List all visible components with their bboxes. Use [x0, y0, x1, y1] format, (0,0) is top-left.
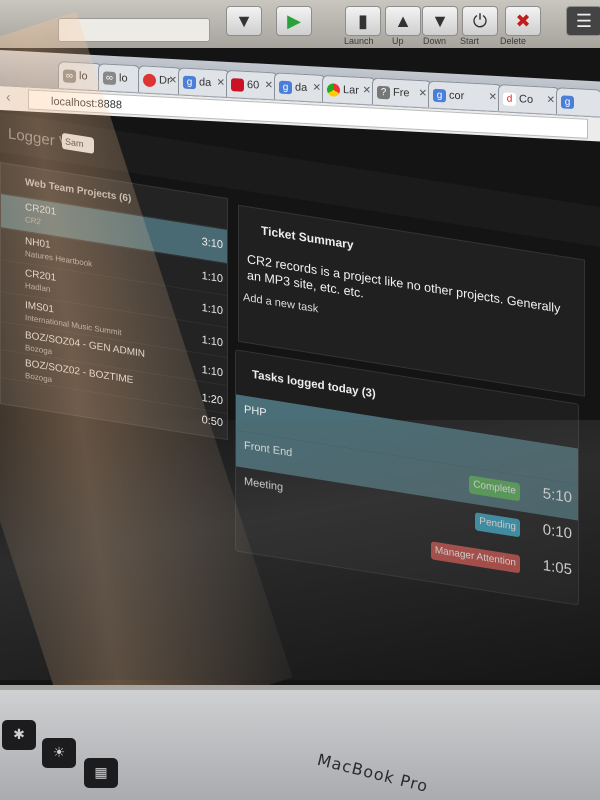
project-time: 0:50	[201, 413, 223, 430]
project-name: Hadlan	[25, 280, 51, 294]
delete-icon[interactable]: ✖	[505, 6, 541, 36]
task-time: 1:05	[542, 556, 572, 579]
status-badge: Complete	[469, 475, 520, 502]
tab-7[interactable]: Lar ✕	[322, 74, 376, 105]
link-icon: ∞	[63, 68, 76, 83]
close-icon[interactable]: ✕	[547, 88, 555, 114]
caption-down: Down	[423, 36, 447, 46]
tab-label: 60	[247, 78, 260, 92]
tab-9[interactable]: g cor ✕	[428, 80, 502, 112]
close-icon[interactable]: ✕	[217, 70, 225, 96]
laptop-screen: ▼ ▶ ▮ ▲ ▼ ⏻ ✖ ☰ Launch Up Down Start Del…	[0, 0, 600, 685]
tab-label: Fre	[393, 86, 410, 100]
tab-label: da	[199, 76, 212, 90]
tab-4[interactable]: g da ✕	[178, 67, 230, 98]
caption-up: Up	[392, 36, 404, 46]
tab-label: Lar	[343, 83, 359, 97]
projects-panel: Web Team Projects (6) CR201 CR2 3:10 NH0…	[0, 162, 228, 441]
power-icon[interactable]: ⏻	[462, 6, 498, 36]
project-name: CR2	[25, 214, 42, 227]
down-arrow-icon[interactable]: ▼	[226, 6, 262, 36]
red-circle-icon	[143, 73, 156, 87]
caption-delete: Delete	[500, 36, 527, 46]
project-time: 1:10	[201, 269, 223, 286]
logger-app: Logger V2 Sam Web Team Projects (6) CR20…	[0, 112, 600, 685]
freelancer-icon: ?	[377, 85, 390, 100]
close-icon[interactable]: ✕	[265, 73, 273, 99]
close-icon[interactable]: ✕	[489, 85, 497, 111]
close-icon[interactable]: ✕	[169, 68, 177, 94]
google-icon: g	[183, 75, 196, 89]
down-button[interactable]: ▼	[422, 6, 458, 36]
project-time: 1:10	[201, 363, 223, 380]
browser-toolbar: ▼ ▶ ▮ ▲ ▼ ⏻ ✖ ☰ Launch Up Down Start Del…	[0, 0, 600, 48]
brightness-key[interactable]: ✱	[2, 720, 36, 750]
launch-button[interactable]: ▮	[345, 6, 381, 36]
ticket-summary-body: CR2 records is a project like no other p…	[247, 252, 561, 316]
play-icon[interactable]: ▶	[276, 6, 312, 36]
close-icon[interactable]: ✕	[363, 78, 371, 104]
chrome-icon	[327, 82, 340, 97]
back-arrow-icon[interactable]: ‹	[6, 88, 11, 104]
tasks-title: Tasks logged today (3)	[252, 368, 376, 401]
google-icon: g	[561, 94, 574, 109]
tab-label: cor	[449, 89, 465, 103]
task-name: Front End	[244, 439, 293, 460]
google-icon: g	[433, 88, 446, 102]
google-icon: g	[279, 80, 292, 94]
menu-icon[interactable]: ☰	[566, 6, 600, 36]
red-d-icon: d	[503, 91, 516, 106]
tab-1[interactable]: ∞ lo	[58, 61, 102, 91]
tab-10[interactable]: d Co ✕	[498, 84, 560, 115]
tab-8[interactable]: ? Fre ✕	[372, 77, 432, 108]
keyboard: ✱ ☀ ▦	[0, 690, 600, 800]
brightness-up-key[interactable]: ☀	[42, 738, 76, 768]
tab-label: Co	[519, 93, 534, 106]
up-button[interactable]: ▲	[385, 6, 421, 36]
tab-5[interactable]: 60 ✕	[226, 69, 278, 100]
tab-label: lo	[119, 72, 128, 85]
caption-launch: Launch	[344, 36, 374, 46]
caption-start: Start	[460, 36, 480, 46]
project-time: 3:10	[201, 235, 223, 252]
task-name: PHP	[244, 403, 267, 420]
close-icon[interactable]: ✕	[419, 81, 427, 107]
project-time: 1:10	[201, 333, 223, 350]
red-square-icon	[231, 77, 244, 92]
tab-label: da	[295, 81, 308, 95]
task-time: 0:10	[542, 520, 572, 543]
tab-label: lo	[79, 70, 88, 83]
task-name: Meeting	[244, 475, 284, 494]
tab-11[interactable]: g	[556, 87, 600, 117]
ticket-summary-title: Ticket Summary	[261, 223, 354, 252]
status-badge: Pending	[475, 512, 520, 538]
mission-control-key[interactable]: ▦	[84, 758, 118, 788]
close-icon[interactable]: ✕	[313, 75, 321, 101]
project-time: 1:10	[201, 301, 223, 318]
tab-2[interactable]: ∞ lo	[98, 63, 140, 93]
link-icon: ∞	[103, 70, 116, 85]
project-time: 1:20	[201, 391, 223, 408]
add-task-link[interactable]: Add a new task	[243, 291, 318, 315]
tab-3[interactable]: Dr ✕	[138, 65, 182, 95]
task-time: 5:10	[542, 484, 572, 507]
status-badge: Manager Attention	[430, 541, 520, 574]
tab-6[interactable]: g da ✕	[274, 72, 326, 103]
url-field-partial[interactable]	[58, 18, 210, 42]
